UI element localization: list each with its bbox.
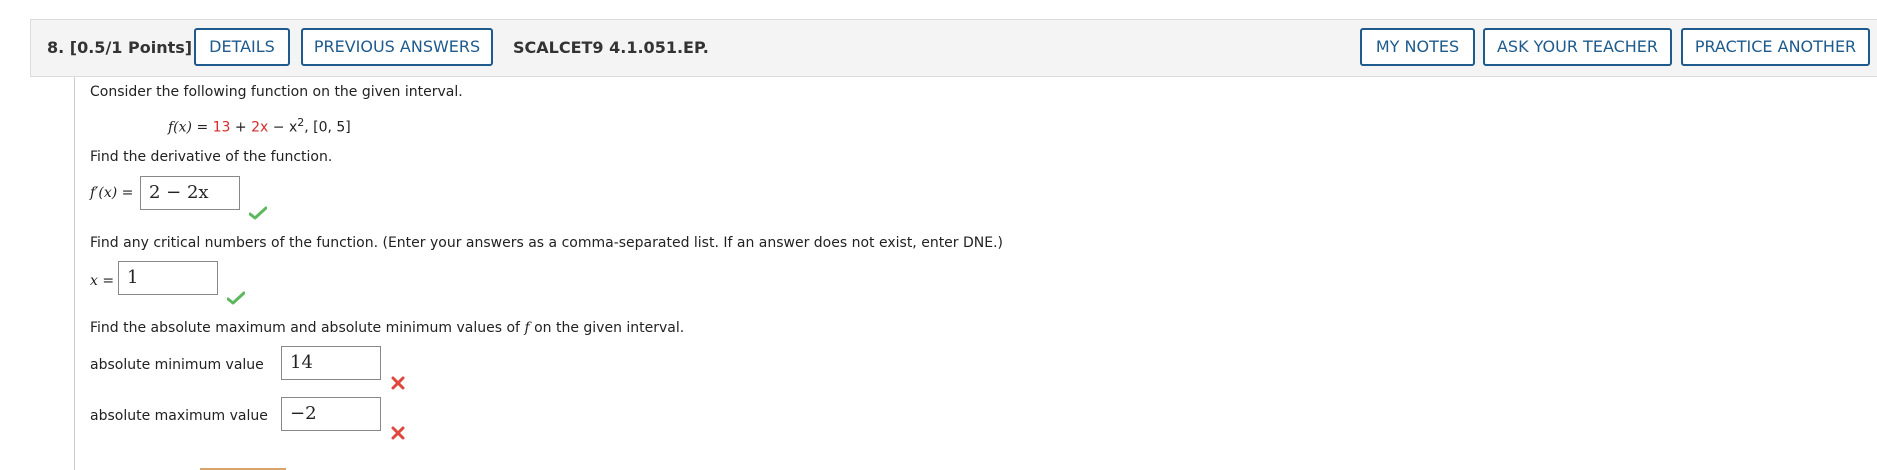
practice-another-button[interactable]: PRACTICE ANOTHER bbox=[1681, 28, 1870, 66]
abs-max-answer-value: −2 bbox=[290, 403, 317, 424]
ask-your-teacher-button[interactable]: ASK YOUR TEACHER bbox=[1483, 28, 1672, 66]
derivative-label: f′(x) = bbox=[90, 185, 134, 201]
my-notes-button[interactable]: MY NOTES bbox=[1360, 28, 1475, 66]
derivative-answer-field[interactable]: 2 − 2x bbox=[140, 176, 240, 210]
problem-intro: Consider the following function on the g… bbox=[90, 84, 463, 100]
function-linear-term: 2x bbox=[251, 119, 269, 136]
function-plus: + bbox=[230, 119, 252, 136]
function-lhs: f(x) = bbox=[168, 119, 213, 136]
abs-min-answer-field[interactable]: 14 bbox=[281, 346, 381, 380]
abs-min-label: absolute minimum value bbox=[90, 357, 264, 373]
details-button[interactable]: DETAILS bbox=[194, 28, 290, 66]
content-left-border bbox=[74, 77, 75, 470]
page: 8. [0.5/1 Points] DETAILS PREVIOUS ANSWE… bbox=[0, 0, 1877, 470]
question-header: 8. [0.5/1 Points] DETAILS PREVIOUS ANSWE… bbox=[30, 19, 1877, 77]
critical-numbers-label: x = bbox=[90, 273, 115, 289]
abs-min-answer-value: 14 bbox=[290, 352, 313, 373]
derivative-prompt: Find the derivative of the function. bbox=[90, 149, 333, 165]
critical-numbers-prompt: Find any critical numbers of the functio… bbox=[90, 235, 1004, 251]
checkmark-icon bbox=[249, 206, 267, 220]
abs-max-answer-field[interactable]: −2 bbox=[281, 397, 381, 431]
function-constant: 13 bbox=[212, 119, 231, 136]
critical-numbers-answer-field[interactable]: 1 bbox=[118, 261, 218, 295]
function-definition: f(x) = 13 + 2x − x2, [0, 5] bbox=[168, 116, 351, 136]
x-mark-icon bbox=[391, 376, 405, 390]
x-mark-icon bbox=[391, 426, 405, 440]
critical-numbers-answer-value: 1 bbox=[127, 267, 139, 288]
abs-max-label: absolute maximum value bbox=[90, 408, 268, 424]
abs-extrema-prompt: Find the absolute maximum and absolute m… bbox=[90, 320, 685, 336]
previous-answers-button[interactable]: PREVIOUS ANSWERS bbox=[301, 28, 493, 66]
question-points: 8. [0.5/1 Points] bbox=[47, 38, 193, 57]
problem-code: SCALCET9 4.1.051.EP. bbox=[513, 38, 709, 57]
function-minus-term: − x bbox=[268, 119, 298, 136]
function-interval: , [0, 5] bbox=[304, 119, 351, 136]
derivative-answer-value: 2 − 2x bbox=[149, 182, 209, 203]
checkmark-icon bbox=[227, 291, 245, 305]
